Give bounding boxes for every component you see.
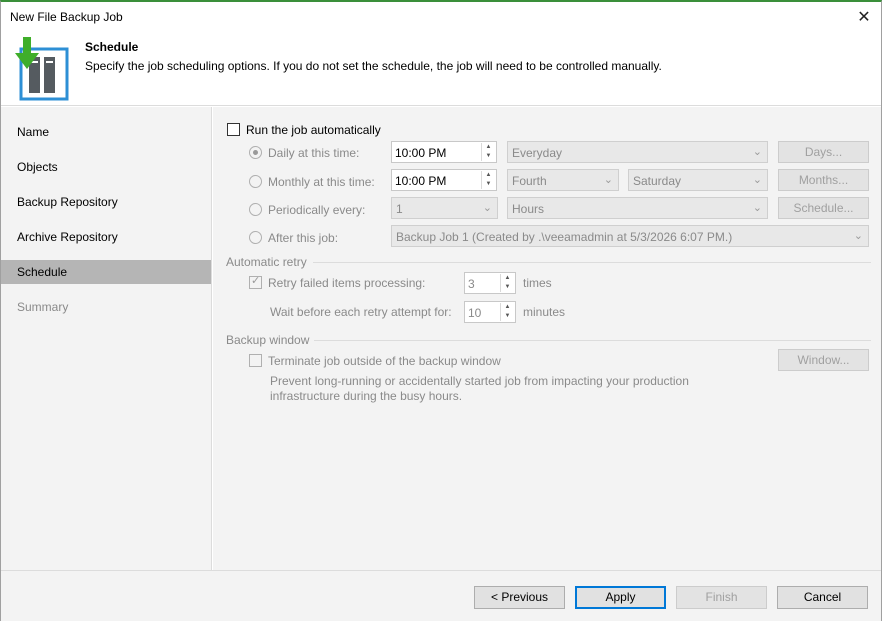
backup-job-icon xyxy=(15,37,69,101)
page-subtitle: Specify the job scheduling options. If y… xyxy=(85,59,662,73)
sidebar-item-objects[interactable]: Objects xyxy=(1,155,211,179)
daily-radio[interactable] xyxy=(249,146,262,159)
automatic-retry-group-label: Automatic retry xyxy=(226,255,307,269)
retry-count-input[interactable]: 3 ▲ ▼ xyxy=(464,272,516,294)
apply-button[interactable]: Apply xyxy=(575,586,666,609)
close-icon[interactable]: ✕ xyxy=(853,6,875,28)
backup-window-group-label: Backup window xyxy=(226,333,310,347)
periodically-radio[interactable] xyxy=(249,203,262,216)
retry-count-value: 3 xyxy=(468,277,475,291)
run-automatically-checkbox[interactable] xyxy=(227,123,240,136)
daily-time-input[interactable]: 10:00 PM ▲ ▼ xyxy=(391,141,497,163)
periodic-value-select[interactable]: 1 ⌄ xyxy=(391,197,498,219)
monthly-time-value: 10:00 PM xyxy=(395,174,447,188)
page-title: Schedule xyxy=(85,40,139,54)
wizard-header: Schedule Specify the job scheduling opti… xyxy=(1,32,881,106)
schedule-button[interactable]: Schedule... xyxy=(778,197,869,219)
periodic-unit-select[interactable]: Hours ⌄ xyxy=(507,197,768,219)
chevron-down-icon: ⌄ xyxy=(752,146,762,158)
monthly-label: Monthly at this time: xyxy=(268,175,375,189)
retry-unit-label: times xyxy=(523,276,552,290)
backup-window-divider xyxy=(314,340,871,341)
daily-days-value: Everyday xyxy=(512,146,563,160)
periodically-label: Periodically every: xyxy=(268,203,366,217)
backup-window-description-line1: Prevent long-running or accidentally sta… xyxy=(270,374,689,388)
monthly-radio[interactable] xyxy=(249,175,262,188)
daily-label: Daily at this time: xyxy=(268,146,360,160)
run-automatically-label[interactable]: Run the job automatically xyxy=(246,123,381,137)
after-job-label: After this job: xyxy=(268,231,339,245)
cancel-button[interactable]: Cancel xyxy=(777,586,868,609)
chevron-down-icon: ⌄ xyxy=(752,202,762,214)
daily-days-select[interactable]: Everyday ⌄ xyxy=(507,141,768,163)
window-title: New File Backup Job xyxy=(10,10,123,24)
wizard-window: New File Backup Job ✕ Schedule Specify t… xyxy=(0,0,882,621)
sidebar-item-summary: Summary xyxy=(17,300,69,314)
sidebar-item-archive-repository[interactable]: Archive Repository xyxy=(1,225,211,249)
daily-time-spinner[interactable]: ▲ ▼ xyxy=(481,143,495,161)
monthly-week-select[interactable]: Fourth ⌄ xyxy=(507,169,619,191)
previous-button[interactable]: < Previous xyxy=(474,586,565,609)
wait-retry-value: 10 xyxy=(468,306,482,320)
after-job-value: Backup Job 1 (Created by .\veeamadmin at… xyxy=(396,230,733,244)
wait-retry-spinner[interactable]: ▲ ▼ xyxy=(500,303,514,321)
chevron-down-icon: ⌄ xyxy=(853,230,863,242)
automatic-retry-divider xyxy=(313,262,871,263)
monthly-day-select[interactable]: Saturday ⌄ xyxy=(628,169,768,191)
chevron-down-icon: ⌄ xyxy=(482,202,492,214)
sidebar-item-schedule[interactable]: Schedule xyxy=(1,260,211,284)
monthly-time-spinner[interactable]: ▲ ▼ xyxy=(481,171,495,189)
chevron-down-icon: ⌄ xyxy=(603,174,613,186)
terminate-job-label: Terminate job outside of the backup wind… xyxy=(268,354,501,368)
wait-retry-input[interactable]: 10 ▲ ▼ xyxy=(464,301,516,323)
after-job-radio[interactable] xyxy=(249,231,262,244)
wait-unit-label: minutes xyxy=(523,305,566,319)
chevron-down-icon: ⌄ xyxy=(752,174,762,186)
wait-retry-label: Wait before each retry attempt for: xyxy=(270,305,452,319)
wizard-steps-sidebar: Name Objects Backup Repository Archive R… xyxy=(1,107,212,570)
terminate-job-checkbox[interactable] xyxy=(249,354,262,367)
retry-failed-label: Retry failed items processing: xyxy=(268,276,426,290)
backup-window-description-line2: infrastructure during the busy hours. xyxy=(270,389,463,403)
window-button[interactable]: Window... xyxy=(778,349,869,371)
schedule-panel: Run the job automatically Daily at this … xyxy=(213,107,881,570)
title-bar: New File Backup Job ✕ xyxy=(1,2,881,32)
retry-failed-checkbox[interactable] xyxy=(249,274,262,289)
monthly-day-value: Saturday xyxy=(633,174,682,188)
sidebar-item-backup-repository[interactable]: Backup Repository xyxy=(1,190,211,214)
sidebar-item-name[interactable]: Name xyxy=(1,120,211,144)
monthly-week-value: Fourth xyxy=(512,174,547,188)
after-job-select[interactable]: Backup Job 1 (Created by .\veeamadmin at… xyxy=(391,225,869,247)
finish-button[interactable]: Finish xyxy=(676,586,767,609)
periodic-unit-value: Hours xyxy=(512,202,545,216)
periodic-value: 1 xyxy=(396,202,403,216)
months-button[interactable]: Months... xyxy=(778,169,869,191)
days-button[interactable]: Days... xyxy=(778,141,869,163)
daily-time-value: 10:00 PM xyxy=(395,146,447,160)
retry-count-spinner[interactable]: ▲ ▼ xyxy=(500,274,514,292)
monthly-time-input[interactable]: 10:00 PM ▲ ▼ xyxy=(391,169,497,191)
wizard-footer: < Previous Apply Finish Cancel xyxy=(1,570,881,621)
